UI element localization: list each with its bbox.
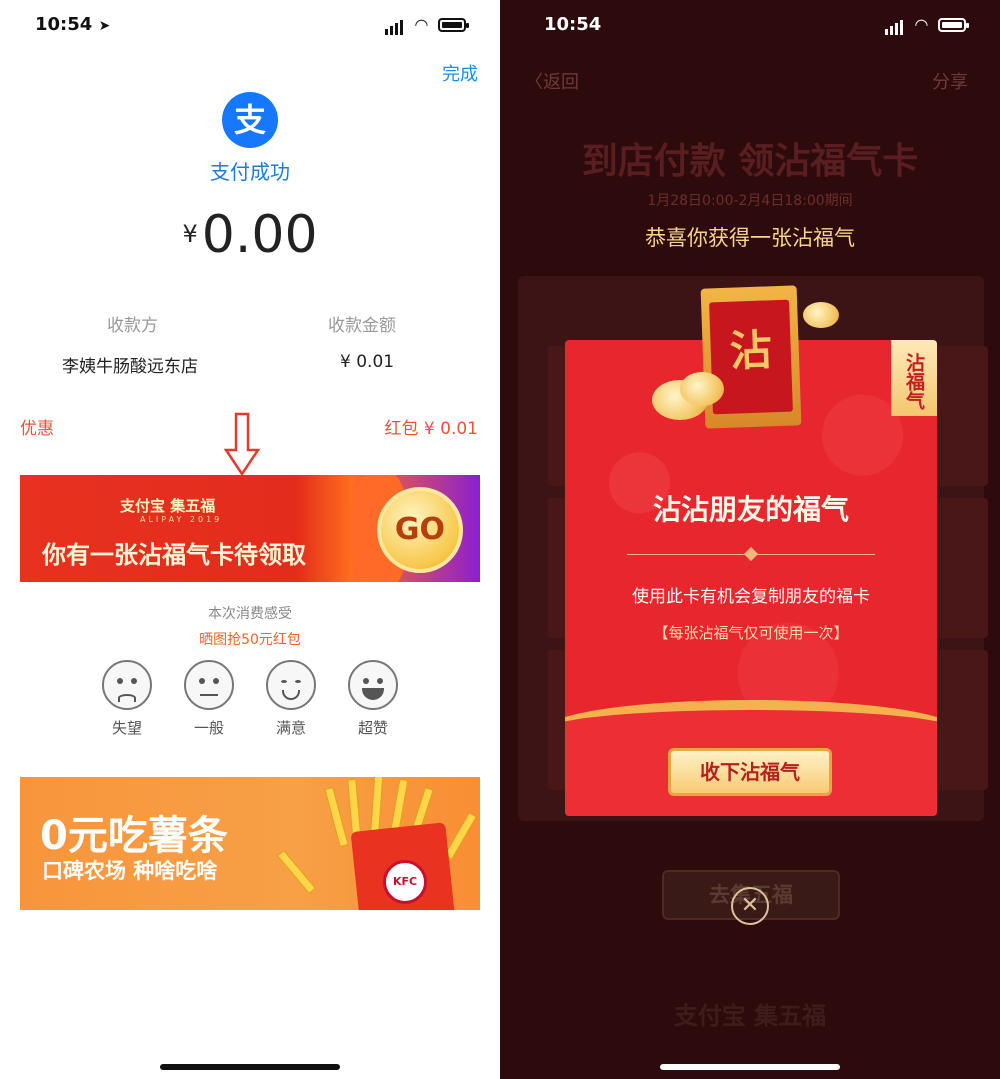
payee-name: 李姨牛肠酸远东店 bbox=[62, 357, 198, 377]
card-tag: 沾福气 bbox=[891, 340, 937, 416]
feedback-option-neutral[interactable]: 一般 bbox=[179, 717, 239, 738]
card-title: 沾沾朋友的福气 bbox=[652, 493, 849, 526]
chevron-left-icon: 〈 bbox=[525, 72, 543, 93]
status-time: 10:54 ➤ bbox=[35, 14, 111, 35]
banner-headline: 你有一张沾福气卡待领取 bbox=[42, 541, 306, 569]
excellent-face-icon[interactable] bbox=[348, 660, 398, 710]
status-indicators: ◠ bbox=[385, 14, 469, 40]
kfc-fries-banner[interactable]: 0元吃薯条 口碑农场 种啥吃啥 KFC bbox=[20, 777, 480, 910]
divider-right bbox=[757, 554, 875, 555]
alipay-logo-icon: 支 bbox=[222, 92, 278, 148]
status-time: 10:54 bbox=[544, 14, 602, 35]
status-indicators: ◠ bbox=[885, 14, 969, 40]
banner-brand-sub: ALIPAY 2019 bbox=[140, 515, 223, 524]
wifi-icon: ◠ bbox=[415, 15, 428, 34]
home-indicator[interactable] bbox=[160, 1064, 340, 1070]
card-description: 使用此卡有机会复制朋友的福卡 bbox=[632, 587, 870, 607]
discount-label: 优惠 bbox=[20, 419, 54, 439]
banner-brand: 支付宝 集五福 bbox=[120, 497, 216, 515]
amount-value: 0.00 bbox=[201, 205, 318, 265]
fry-icon bbox=[276, 849, 317, 895]
signal-icon bbox=[385, 14, 405, 35]
payment-success-screen: 10:54 ➤ ◠ 完成 支 支付成功 ¥0.00 收款方 收款金额 李姨牛肠酸… bbox=[0, 0, 500, 1079]
go-button[interactable]: GO bbox=[377, 487, 463, 573]
fry-icon bbox=[324, 786, 349, 848]
back-label: 返回 bbox=[543, 72, 579, 93]
battery-icon bbox=[937, 18, 969, 32]
cloud-icon bbox=[680, 372, 724, 406]
share-button[interactable]: 分享 bbox=[932, 68, 968, 94]
receive-button[interactable]: 收下沾福气 bbox=[668, 748, 832, 796]
kfc-banner-subtitle: 口碑农场 种啥吃啥 bbox=[42, 859, 218, 883]
feedback-option-excellent[interactable]: 超赞 bbox=[343, 717, 403, 738]
amount-header: 收款金额 bbox=[328, 316, 396, 336]
down-arrow-icon bbox=[223, 412, 261, 476]
discount-value: 红包 ¥ 0.01 bbox=[384, 419, 478, 439]
feedback-subtitle[interactable]: 晒图抢50元红包 bbox=[0, 629, 500, 649]
kfc-logo: KFC bbox=[383, 860, 427, 904]
congrats-text: 恭喜你获得一张沾福气 bbox=[645, 226, 855, 250]
done-button[interactable]: 完成 bbox=[442, 60, 478, 86]
feedback-option-satisfied[interactable]: 满意 bbox=[261, 717, 321, 738]
wifi-icon: ◠ bbox=[915, 15, 928, 34]
envelope-char: 沾 bbox=[728, 325, 773, 376]
fu-card-banner[interactable]: 支付宝 集五福 ALIPAY 2019 你有一张沾福气卡待领取 GO bbox=[20, 475, 480, 582]
payee-amount: ¥ 0.01 bbox=[340, 352, 395, 372]
disappointed-face-icon[interactable] bbox=[102, 660, 152, 710]
payment-success-label: 支付成功 bbox=[210, 160, 290, 184]
card-note: 【每张沾福气仅可使用一次】 bbox=[653, 624, 849, 642]
close-icon[interactable]: ✕ bbox=[731, 887, 769, 925]
signal-icon bbox=[885, 14, 905, 35]
fry-icon bbox=[444, 812, 477, 860]
payee-header: 收款方 bbox=[107, 316, 158, 336]
divider-left bbox=[627, 554, 745, 555]
feedback-option-disappointed[interactable]: 失望 bbox=[97, 717, 157, 738]
home-indicator[interactable] bbox=[660, 1064, 840, 1070]
kfc-banner-title: 0元吃薯条 bbox=[40, 813, 228, 859]
cloud-icon bbox=[803, 302, 839, 328]
satisfied-face-icon[interactable] bbox=[266, 660, 316, 710]
fu-card-popup-screen: 10:54 ◠ 〈返回 分享 到店付款 领沾福气卡 1月28日0:00-2月4日… bbox=[500, 0, 1000, 1079]
paid-amount: ¥0.00 bbox=[0, 205, 500, 265]
neutral-face-icon[interactable] bbox=[184, 660, 234, 710]
back-button[interactable]: 〈返回 bbox=[525, 68, 579, 94]
background-footer-brand: 支付宝 集五福 bbox=[673, 1002, 827, 1030]
feedback-title: 本次消费感受 bbox=[208, 606, 292, 622]
background-date: 1月28日0:00-2月4日18:00期间 bbox=[647, 193, 853, 209]
red-envelope-icon: 沾 bbox=[700, 285, 802, 429]
battery-icon bbox=[437, 18, 469, 32]
background-title: 到店付款 领沾福气卡 bbox=[581, 141, 919, 182]
currency-symbol: ¥ bbox=[182, 220, 198, 248]
